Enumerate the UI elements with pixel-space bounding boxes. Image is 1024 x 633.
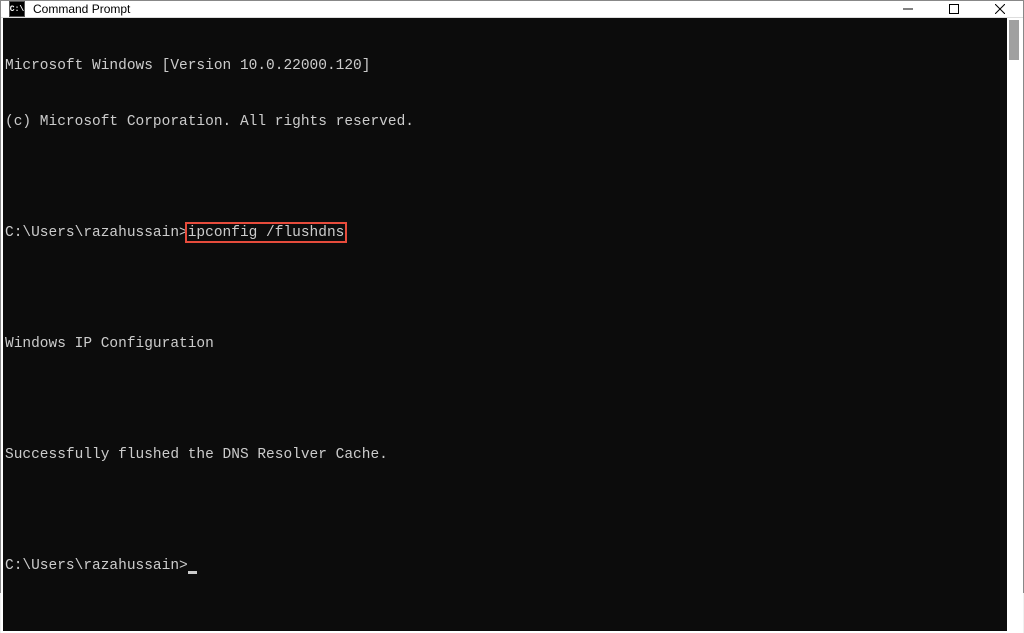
cmd-icon: C:\ (9, 1, 25, 17)
prompt-prefix: C:\Users\razahussain> (5, 558, 188, 574)
terminal-container: Microsoft Windows [Version 10.0.22000.12… (1, 18, 1023, 633)
blank-line (5, 501, 1007, 520)
vertical-scrollbar[interactable] (1007, 18, 1021, 631)
icon-text: C:\ (10, 5, 24, 14)
typed-command: ipconfig /flushdns (188, 225, 345, 241)
blank-line (5, 168, 1007, 187)
titlebar[interactable]: C:\ Command Prompt (1, 1, 1023, 18)
blank-line (5, 279, 1007, 298)
cursor (188, 571, 197, 574)
close-button[interactable] (977, 1, 1023, 17)
prompt-prefix: C:\Users\razahussain> (5, 225, 188, 241)
blank-line (5, 390, 1007, 409)
terminal-output[interactable]: Microsoft Windows [Version 10.0.22000.12… (3, 18, 1007, 631)
version-line: Microsoft Windows [Version 10.0.22000.12… (5, 57, 1007, 76)
copyright-line: (c) Microsoft Corporation. All rights re… (5, 113, 1007, 132)
prompt-line-2: C:\Users\razahussain> (5, 557, 1007, 576)
output-message: Successfully flushed the DNS Resolver Ca… (5, 446, 1007, 465)
window-controls (885, 1, 1023, 17)
maximize-button[interactable] (931, 1, 977, 17)
output-header: Windows IP Configuration (5, 335, 1007, 354)
window-title: Command Prompt (33, 2, 885, 16)
minimize-button[interactable] (885, 1, 931, 17)
prompt-line-1: C:\Users\razahussain>ipconfig /flushdns (5, 224, 1007, 243)
scrollbar-thumb[interactable] (1009, 20, 1019, 60)
command-prompt-window: C:\ Command Prompt Microsoft Windows [Ve… (0, 0, 1024, 593)
